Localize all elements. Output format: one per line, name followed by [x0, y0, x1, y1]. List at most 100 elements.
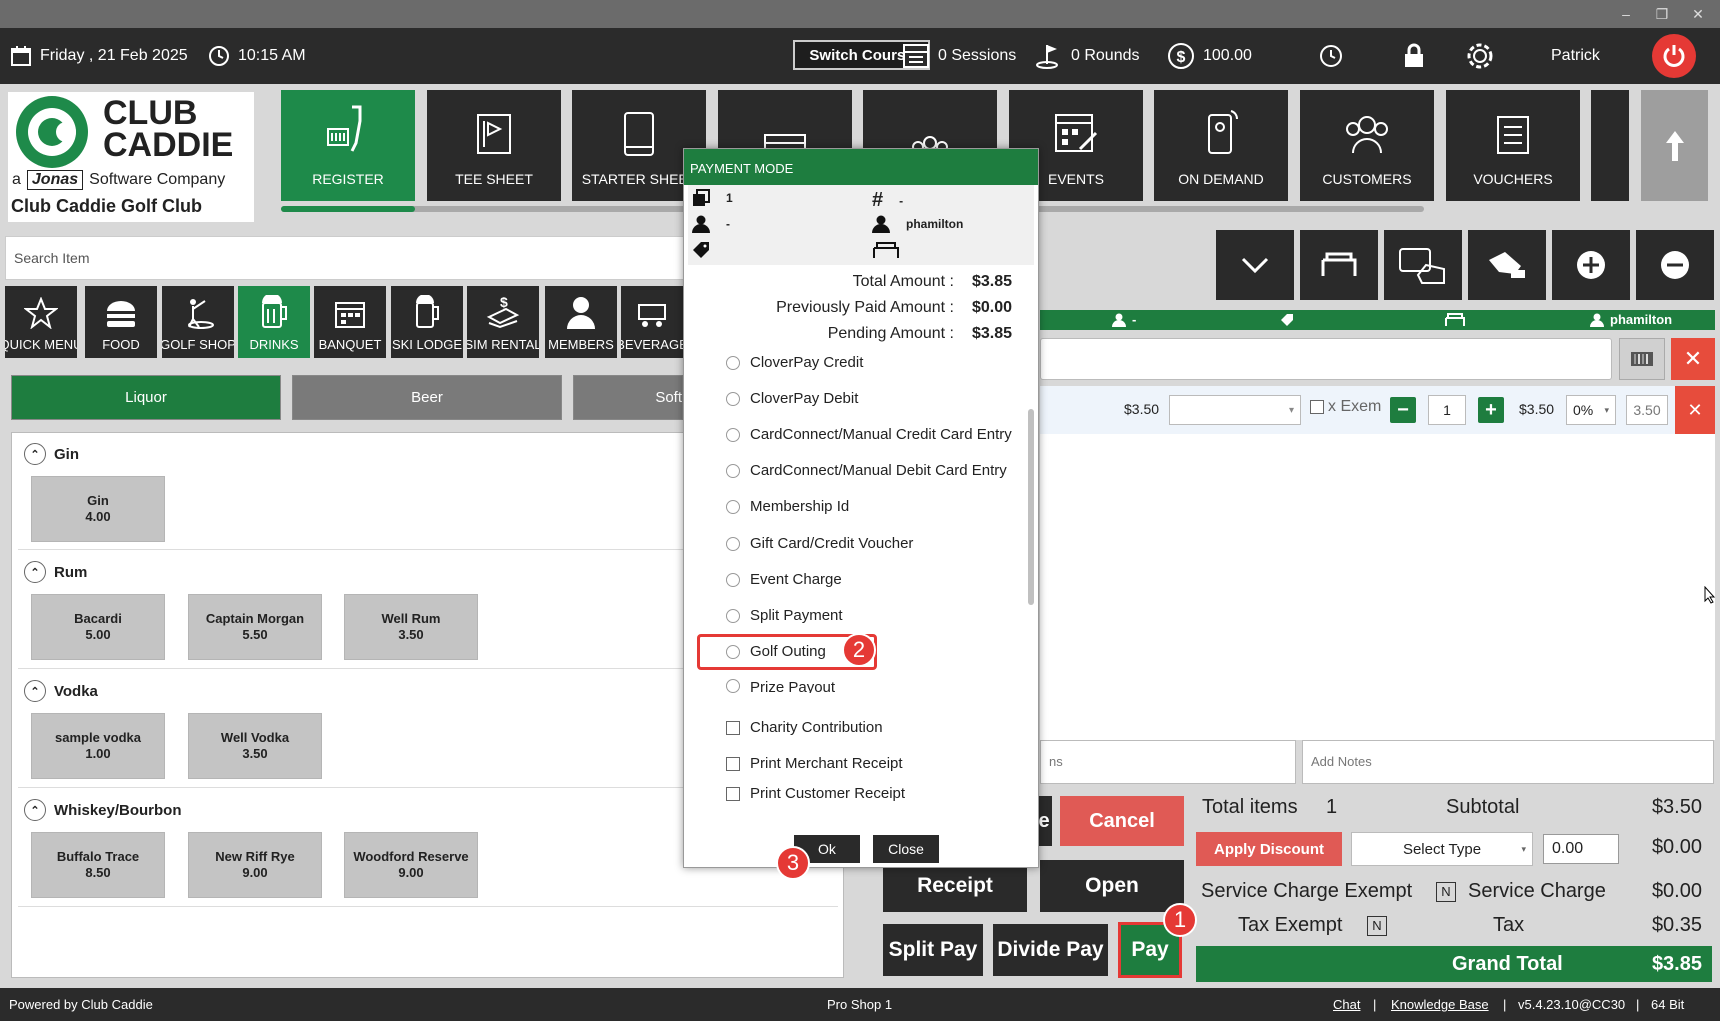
- split-pay-button[interactable]: Split Pay: [883, 924, 983, 976]
- cancel-button[interactable]: Cancel: [1060, 796, 1184, 846]
- line-exempt-checkbox[interactable]: x Exem: [1310, 398, 1381, 416]
- barcode-input[interactable]: [1040, 338, 1612, 380]
- option-gift-card[interactable]: Gift Card/Credit Voucher: [726, 535, 913, 552]
- chat-link[interactable]: Chat: [1333, 997, 1360, 1012]
- qty-input[interactable]: 1: [1428, 395, 1466, 425]
- barcode-button[interactable]: [1619, 338, 1665, 380]
- radio-button[interactable]: [726, 391, 740, 406]
- search-input[interactable]: Search Item: [5, 236, 685, 280]
- notes-input-left[interactable]: ns: [1040, 740, 1296, 784]
- line-discount-dropdown[interactable]: 0% ▾: [1566, 395, 1616, 425]
- minimize-icon[interactable]: –: [1614, 4, 1638, 24]
- cat-golf-shop[interactable]: GOLF SHOP: [162, 286, 234, 358]
- checkbox[interactable]: [726, 720, 740, 735]
- lock-icon[interactable]: [1402, 28, 1426, 84]
- subcat-soft[interactable]: Soft: [573, 375, 683, 420]
- option-split-payment[interactable]: Split Payment: [726, 607, 843, 624]
- history-icon[interactable]: [1318, 28, 1344, 84]
- product-buffalo-trace[interactable]: Buffalo Trace 8.50: [31, 832, 165, 898]
- table-button[interactable]: [1300, 230, 1378, 300]
- exempt-box[interactable]: [1310, 400, 1324, 414]
- product-well-vodka[interactable]: Well Vodka 3.50: [188, 713, 322, 779]
- check-charity[interactable]: Charity Contribution: [726, 719, 883, 736]
- qty-plus-button[interactable]: +: [1478, 397, 1504, 423]
- product-gin[interactable]: Gin 4.00: [31, 476, 165, 542]
- option-cardconnect-credit[interactable]: CardConnect/Manual Credit Card Entry: [726, 426, 1012, 443]
- knowledge-base-link[interactable]: Knowledge Base: [1391, 997, 1489, 1012]
- balance-display[interactable]: $ 100.00: [1167, 28, 1252, 84]
- radio-button[interactable]: [726, 536, 740, 551]
- apply-discount-button[interactable]: Apply Discount: [1196, 832, 1342, 866]
- power-icon[interactable]: [1652, 34, 1696, 78]
- cat-members[interactable]: MEMBERS: [545, 286, 617, 358]
- collapse-button[interactable]: [1216, 230, 1294, 300]
- nav-vouchers[interactable]: VOUCHERS: [1446, 90, 1580, 201]
- option-event-charge[interactable]: Event Charge: [726, 571, 842, 588]
- restore-icon[interactable]: ❐: [1650, 4, 1674, 24]
- close-window-icon[interactable]: ✕: [1686, 4, 1710, 24]
- option-cloverpay-debit[interactable]: CloverPay Debit: [726, 390, 858, 407]
- tax-exempt-toggle[interactable]: N: [1367, 916, 1387, 936]
- checkbox[interactable]: [726, 786, 740, 801]
- product-new-riff-rye[interactable]: New Riff Rye 9.00: [188, 832, 322, 898]
- group-header-whiskey[interactable]: ⌃ Whiskey/Bourbon: [24, 799, 182, 821]
- gear-icon[interactable]: [1465, 28, 1495, 84]
- discount-type-select[interactable]: Select Type ▾: [1351, 832, 1533, 866]
- hand-card-button[interactable]: [1384, 230, 1462, 300]
- remove-button[interactable]: [1636, 230, 1714, 300]
- nav-scrollbar-thumb[interactable]: [281, 206, 415, 212]
- sessions-display[interactable]: 0 Sessions: [902, 28, 1016, 84]
- line-type-dropdown[interactable]: ▾: [1169, 395, 1301, 425]
- radio-button[interactable]: [726, 355, 740, 370]
- remove-line-icon[interactable]: ✕: [1675, 386, 1715, 434]
- order-line-item[interactable]: $3.50 ▾ x Exem − 1 + $3.50 0% ▾ 3.50 ✕: [1040, 386, 1715, 434]
- nav-tee-sheet[interactable]: TEE SHEET: [427, 90, 561, 201]
- rounds-display[interactable]: 0 Rounds: [1035, 28, 1140, 84]
- open-button[interactable]: Open: [1040, 860, 1184, 912]
- group-header-vodka[interactable]: ⌃ Vodka: [24, 680, 98, 702]
- radio-button[interactable]: [726, 499, 740, 514]
- radio-button[interactable]: [726, 679, 740, 693]
- user-name[interactable]: Patrick: [1551, 28, 1600, 84]
- option-prize-payout[interactable]: Prize Payout: [726, 679, 835, 693]
- group-header-rum[interactable]: ⌃ Rum: [24, 561, 87, 583]
- cat-sim-rental[interactable]: $ SIM RENTAL: [467, 286, 539, 358]
- product-captain-morgan[interactable]: Captain Morgan 5.50: [188, 594, 322, 660]
- group-header-gin[interactable]: ⌃ Gin: [24, 443, 79, 465]
- add-notes-input[interactable]: Add Notes: [1302, 740, 1714, 784]
- product-sample-vodka[interactable]: sample vodka 1.00: [31, 713, 165, 779]
- check-merchant-receipt[interactable]: Print Merchant Receipt: [726, 755, 903, 772]
- clear-icon[interactable]: ✕: [1671, 338, 1715, 380]
- nav-more[interactable]: [1591, 90, 1629, 201]
- checkbox[interactable]: [726, 756, 740, 771]
- nav-on-demand[interactable]: ON DEMAND: [1154, 90, 1288, 201]
- radio-button[interactable]: [726, 572, 740, 587]
- qty-minus-button[interactable]: −: [1390, 397, 1416, 423]
- divide-pay-button[interactable]: Divide Pay: [993, 924, 1108, 976]
- radio-button[interactable]: [726, 427, 740, 442]
- check-customer-receipt[interactable]: Print Customer Receipt: [726, 785, 905, 802]
- subcat-liquor[interactable]: Liquor: [11, 375, 281, 420]
- cat-quick-menu[interactable]: QUICK MENU: [5, 286, 77, 358]
- scroll-up-button[interactable]: [1641, 90, 1708, 201]
- service-exempt-toggle[interactable]: N: [1436, 882, 1456, 902]
- cat-drinks[interactable]: DRINKS: [238, 286, 310, 358]
- add-button[interactable]: [1552, 230, 1630, 300]
- cat-food[interactable]: FOOD: [85, 286, 157, 358]
- option-cardconnect-debit[interactable]: CardConnect/Manual Debit Card Entry: [726, 462, 1007, 479]
- dialog-scrollbar[interactable]: [1028, 409, 1034, 605]
- product-bacardi[interactable]: Bacardi 5.00: [31, 594, 165, 660]
- cat-beverage[interactable]: BEVERAGE: [621, 286, 683, 358]
- cat-banquet[interactable]: BANQUET: [314, 286, 386, 358]
- close-button[interactable]: Close: [873, 835, 939, 863]
- hand-pay-button[interactable]: [1468, 230, 1546, 300]
- radio-button[interactable]: [726, 608, 740, 623]
- radio-button[interactable]: [726, 463, 740, 478]
- discount-amount-input[interactable]: 0.00: [1543, 834, 1619, 864]
- option-membership-id[interactable]: Membership Id: [726, 498, 849, 515]
- nav-register[interactable]: REGISTER: [281, 90, 415, 201]
- nav-customers[interactable]: CUSTOMERS: [1300, 90, 1434, 201]
- product-well-rum[interactable]: Well Rum 3.50: [344, 594, 478, 660]
- product-woodford-reserve[interactable]: Woodford Reserve 9.00: [344, 832, 478, 898]
- cat-ski-lodge[interactable]: SKI LODGE: [391, 286, 463, 358]
